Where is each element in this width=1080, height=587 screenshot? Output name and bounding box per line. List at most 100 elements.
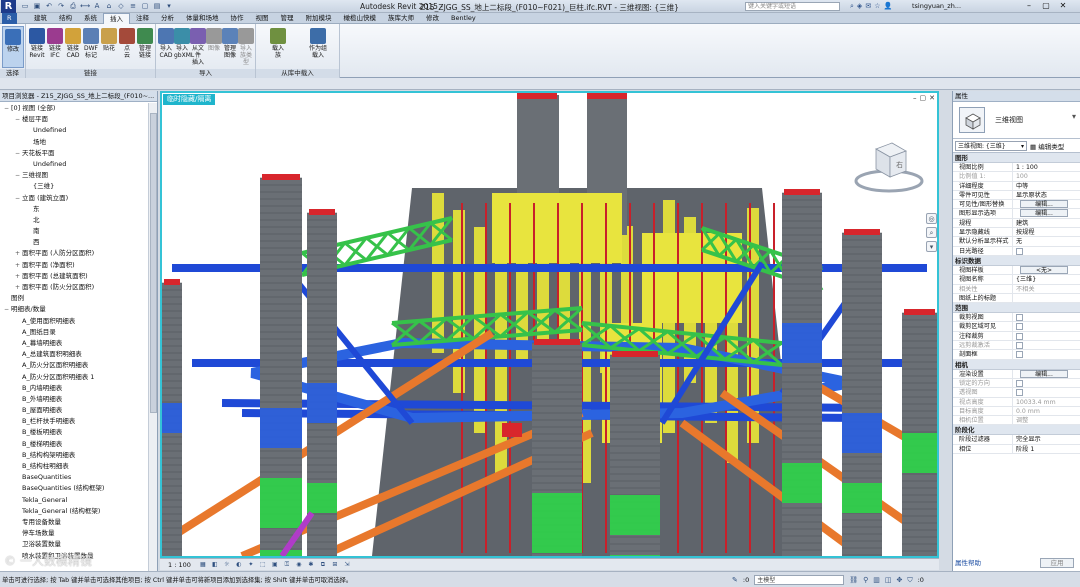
ribbon-tab[interactable]: 视图 [250,13,275,24]
save-icon[interactable]: ▣ [32,2,42,11]
apply-button[interactable]: 应用 [1040,558,1074,568]
property-value[interactable] [1013,350,1080,359]
tree-item[interactable]: + 面积平面 (净面积) [0,260,148,271]
property-edit-button[interactable]: <无> [1020,265,1068,274]
property-group-header[interactable]: 图形 [953,153,1080,163]
property-checkbox[interactable] [1016,332,1023,340]
close-icon[interactable]: ✕ [1056,1,1070,11]
property-value[interactable]: 无 [1013,237,1080,245]
property-checkbox[interactable] [1016,323,1023,331]
editable-icon[interactable]: ✎ [732,576,738,584]
property-value[interactable]: 10033.4 mm [1013,398,1080,406]
property-value[interactable]: 阶段 1 [1013,445,1080,453]
tree-item[interactable]: A_防火分区面积明细表 1 [0,372,148,383]
tree-item[interactable]: A_使用面积明细表 [0,316,148,327]
drag-elements-icon[interactable]: ✥ [896,576,902,584]
property-value[interactable]: 编辑... [1013,369,1080,378]
ribbon-tab[interactable]: 系统 [78,13,103,24]
ribbon-button[interactable]: 点 云 [118,26,136,68]
ribbon-tab[interactable]: 修改 [420,13,445,24]
tree-item[interactable]: 南 [0,226,148,237]
tree-item[interactable]: + 面积平面 (人防分区面积) [0,248,148,259]
ribbon-tab[interactable]: 族库大师 [382,13,420,24]
filter-icon[interactable]: ⛉ [907,576,912,585]
visual-style-icon[interactable]: ◧ [211,561,219,569]
tree-expander-icon[interactable]: − [15,148,22,159]
ribbon-tab[interactable]: 橄榄山快模 [338,13,383,24]
ribbon-tab[interactable]: 建筑 [28,13,53,24]
view-minimize-icon[interactable]: – [913,94,917,102]
property-value[interactable] [1013,388,1080,397]
property-checkbox[interactable] [1016,351,1023,359]
tree-expander-icon[interactable]: − [4,103,11,114]
tree-item[interactable]: B_外墙明细表 [0,394,148,405]
type-selector[interactable]: 三维视图 ▾ [953,102,1080,139]
tree-item[interactable]: + 面积平面 (总建筑面积) [0,271,148,282]
ribbon-tab[interactable]: 结构 [53,13,78,24]
property-group-header[interactable]: 相机 [953,359,1080,370]
tree-item[interactable]: B_屋面明细表 [0,405,148,416]
tree-expander-icon[interactable]: + [15,248,22,259]
edit-type-button[interactable]: ▦ 编辑类型 [1030,141,1064,151]
property-value[interactable]: 中等 [1013,182,1080,190]
ribbon-button[interactable]: 导入 族类型 [238,26,254,68]
ribbon-button[interactable]: 贴花 [100,26,118,68]
tree-item[interactable]: B_楼板明细表 [0,427,148,438]
file-menu-button[interactable]: R [2,13,17,24]
property-checkbox[interactable] [1016,247,1023,255]
lock-view-icon[interactable]: ⚿ [283,561,291,569]
tree-item[interactable]: 北 [0,215,148,226]
tree-item[interactable]: Undefined [0,159,148,170]
user-icon[interactable]: 👤 [883,2,892,11]
tree-item[interactable]: B_结构构架明细表 [0,450,148,461]
ribbon-button[interactable]: 链接 IFC [46,26,64,68]
ribbon-tab[interactable]: 附加模块 [300,13,338,24]
property-value[interactable]: 按规程 [1013,228,1080,236]
steering-wheel-icon[interactable]: ◎ [926,213,937,224]
render-icon[interactable]: ✦ [247,561,255,569]
tree-item[interactable]: 图例 [0,293,148,304]
shadows-icon[interactable]: ◐ [235,561,243,569]
tree-item[interactable]: Tekla_General (结构框架) [0,506,148,517]
ribbon-button[interactable]: 导入 gbXML [174,26,194,68]
property-value[interactable] [1013,379,1080,387]
tree-item[interactable]: A_幕墙明细表 [0,338,148,349]
tree-item[interactable]: − 三维视图 [0,170,148,181]
property-checkbox[interactable] [1016,314,1023,322]
tree-item[interactable]: − 立面 (建筑立面) [0,193,148,204]
3d-view-canvas[interactable]: 临时隐藏/隔离 – ▢ ✕ 右 ◎ ⌕ ▾ [160,91,939,558]
tree-item[interactable]: BaseQuantities [0,472,148,483]
link-icon[interactable]: ⛓ [849,576,858,584]
show-crop-icon[interactable]: ▣ [271,561,279,569]
tree-item[interactable]: − [0] 视图 (全部) [0,103,148,114]
analytical-model-icon[interactable]: ⊞ [331,561,339,569]
property-edit-button[interactable]: 编辑... [1020,200,1068,209]
tree-item[interactable]: A_图纸目录 [0,327,148,338]
favorites-icon[interactable]: ☆ [874,2,880,11]
tree-item[interactable]: − 天花板平面 [0,148,148,159]
ribbon-tab[interactable]: 插入 [103,13,130,24]
tree-item[interactable]: Undefined [0,125,148,136]
thin-lines-icon[interactable]: ≡ [128,2,138,11]
search-input[interactable]: 键入关键字或短语 [745,2,840,11]
customize-qat-icon[interactable]: ▾ [164,2,174,11]
tree-item[interactable]: 停车场数量 [0,528,148,539]
ribbon-tab[interactable]: 分析 [155,13,180,24]
zoom-icon[interactable]: ⌕ [926,227,937,238]
subscription-icon[interactable]: ◈ [857,2,862,11]
tree-item[interactable]: B_栏杆扶手明细表 [0,416,148,427]
ribbon-button[interactable]: 管理 链接 [136,26,154,68]
property-checkbox[interactable] [1016,342,1023,350]
ribbon-button[interactable]: 导入 CAD [158,26,174,68]
property-value[interactable]: <无> [1013,265,1080,274]
tree-expander-icon[interactable]: + [15,271,22,282]
reveal-hidden-icon[interactable]: ✱ [307,561,315,569]
measure-icon[interactable]: ⟷ [80,2,90,11]
ribbon-tab[interactable]: 注释 [130,13,155,24]
highlight-displacement-icon[interactable]: ⇲ [343,561,351,569]
tree-item[interactable]: 场地 [0,137,148,148]
property-value[interactable]: 建筑 [1013,219,1080,227]
ribbon-button[interactable]: 管理 图像 [222,26,238,68]
tree-expander-icon[interactable]: − [15,193,22,204]
property-group-header[interactable]: 范围 [953,303,1080,314]
